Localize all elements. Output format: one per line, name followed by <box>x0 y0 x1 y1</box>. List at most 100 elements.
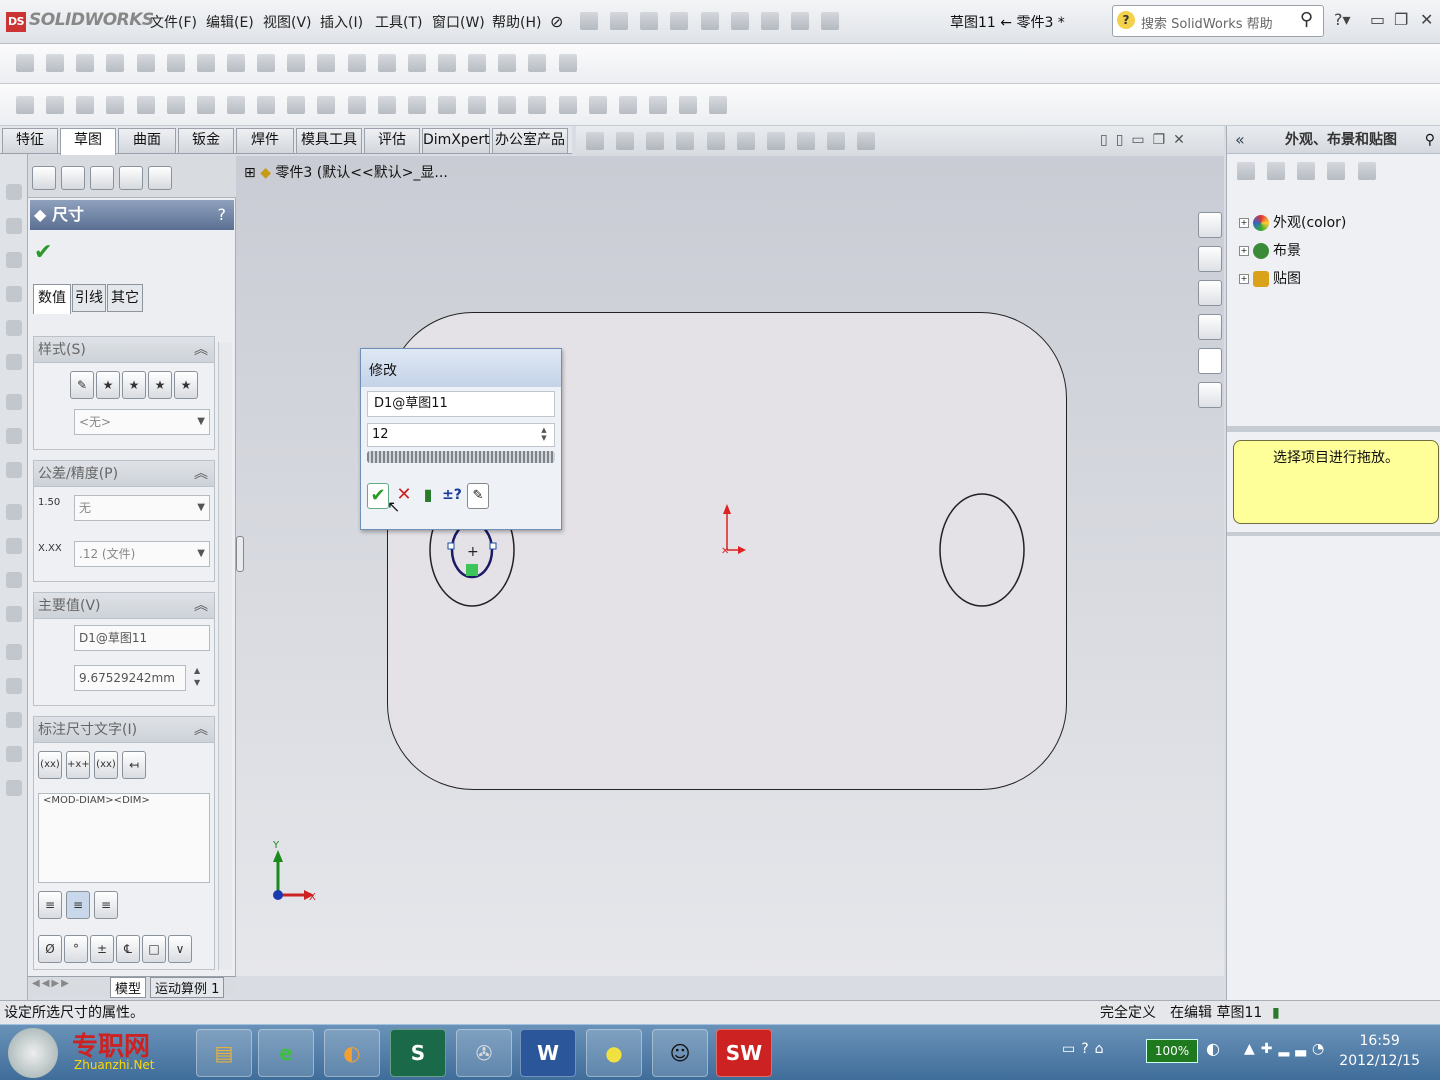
tab-sheet-metal[interactable]: 钣金 <box>178 128 234 153</box>
load-style-icon[interactable]: ★ <box>174 371 198 399</box>
curvature-icon[interactable] <box>437 54 456 72</box>
dimension-text-area[interactable]: <MOD-DIAM><DIM> <box>38 793 210 883</box>
new-icon[interactable] <box>580 12 598 30</box>
section-view-icon[interactable] <box>676 132 695 150</box>
tab-office-products[interactable]: 办公室产品 <box>492 128 568 153</box>
rib-icon[interactable] <box>6 462 22 478</box>
macro-icon[interactable] <box>407 54 426 72</box>
previous-view-icon[interactable] <box>646 132 665 150</box>
centerline-symbol-button[interactable]: ℄ <box>116 935 140 963</box>
shell-icon[interactable] <box>6 504 22 520</box>
curves-icon[interactable] <box>6 678 22 694</box>
slot-icon[interactable] <box>136 96 155 114</box>
thickness-analysis-icon[interactable] <box>287 54 306 72</box>
browser-icon[interactable]: e <box>258 1029 314 1077</box>
search-icon[interactable]: ⚲ <box>1300 9 1313 30</box>
display-manager-icon[interactable] <box>148 166 172 190</box>
battery-indicator[interactable]: 100% <box>1146 1039 1198 1063</box>
dimxpert-manager-icon[interactable] <box>119 166 143 190</box>
splitter-handle[interactable] <box>236 536 244 572</box>
appearances-icon[interactable] <box>1198 348 1222 374</box>
spell-check-icon[interactable] <box>16 54 34 72</box>
draft-icon[interactable] <box>6 538 22 554</box>
tab-weldments[interactable]: 焊件 <box>236 128 294 153</box>
primary-value-group-header[interactable]: 主要值(V) ︽ <box>34 593 214 619</box>
tab-sketch[interactable]: 草图 <box>60 128 116 155</box>
collapse-pane-icon[interactable]: « <box>1235 126 1245 154</box>
collapse-icon[interactable]: ︽ <box>194 717 208 743</box>
offset-text-icon[interactable]: ↤ <box>122 751 146 779</box>
explorer-icon[interactable]: ▤ <box>196 1029 252 1077</box>
tool-icon[interactable]: ✇ <box>456 1029 512 1077</box>
select-icon[interactable] <box>730 12 749 30</box>
precision-select[interactable]: .12 (文件) ▼ <box>74 541 210 567</box>
tab-evaluate[interactable]: 评估 <box>364 128 420 153</box>
rapid-sketch-icon[interactable] <box>679 96 698 114</box>
menu-edit[interactable]: 编辑(E) <box>206 12 254 32</box>
feature-statistics-icon[interactable] <box>498 54 517 72</box>
plus-minus-symbol-button[interactable]: ± <box>90 935 114 963</box>
tab-scroll-arrows[interactable]: ◀◀▶▶ <box>32 978 71 989</box>
subtab-other[interactable]: 其它 <box>107 284 143 312</box>
point-icon[interactable] <box>407 96 426 114</box>
restore-icon[interactable]: ❐ <box>1394 10 1408 29</box>
value-spinner[interactable]: ▲ ▼ <box>194 665 200 689</box>
pattern-feature-icon[interactable] <box>6 428 22 444</box>
ok-checkmark-icon[interactable]: ✔ <box>34 240 52 265</box>
system-tray-icons[interactable]: ▲✚▂▃◔ <box>1244 1041 1330 1057</box>
relations-icon[interactable] <box>618 96 637 114</box>
menu-file[interactable]: 文件(F) <box>150 12 197 32</box>
section-properties-icon[interactable] <box>106 54 125 72</box>
reset-spin-increment-icon[interactable]: ±? <box>441 483 463 509</box>
dimension-value-field[interactable]: 9.67529242mm <box>74 665 186 691</box>
app-icon[interactable]: S <box>390 1029 446 1077</box>
tray-icons[interactable]: ▭?⌂ <box>1062 1041 1110 1057</box>
minimize-icon[interactable]: ▭ <box>1370 10 1385 29</box>
refresh-icon[interactable] <box>1327 162 1346 180</box>
search-input[interactable]: 搜索 SolidWorks 帮助 <box>1141 13 1273 32</box>
apply-default-style-icon[interactable]: ✎ <box>70 371 94 399</box>
mass-properties-icon[interactable] <box>76 54 95 72</box>
open-icon[interactable] <box>610 12 629 30</box>
media-icon[interactable]: ● <box>586 1029 642 1077</box>
grip-handle[interactable] <box>489 542 497 550</box>
align-right-icon[interactable]: ≡ <box>94 891 118 919</box>
pin-icon[interactable]: ⚲ <box>1425 126 1435 154</box>
pin-icon[interactable]: ⊘ <box>550 12 563 31</box>
collapse-icon[interactable]: ︽ <box>194 337 208 363</box>
network-icon[interactable]: ◐ <box>1206 1039 1220 1058</box>
property-manager-icon[interactable] <box>61 166 85 190</box>
design-library-icon[interactable] <box>1198 246 1222 272</box>
solidworks-logo[interactable]: DS SOLIDWORKS <box>6 10 154 32</box>
file-properties-icon[interactable] <box>790 12 809 30</box>
style-group-header[interactable]: 样式(S) ︽ <box>34 337 214 363</box>
display-style-icon[interactable] <box>736 132 755 150</box>
grip-handle[interactable] <box>447 542 455 550</box>
pane-splitter[interactable] <box>1227 532 1440 536</box>
reference-geometry-icon[interactable] <box>6 644 22 660</box>
polygon-icon[interactable] <box>226 96 245 114</box>
tolerance-group-header[interactable]: 公差/精度(P) ︽ <box>34 461 214 487</box>
close-icon[interactable]: ✕ <box>1420 10 1433 29</box>
solidworks-taskbar-icon[interactable]: SW <box>716 1029 772 1077</box>
revolve-icon[interactable] <box>6 218 22 234</box>
ok-icon[interactable]: ✔ <box>367 483 389 509</box>
dome-icon[interactable] <box>6 606 22 622</box>
pane-splitter[interactable] <box>1227 426 1440 432</box>
rebuild-icon[interactable] <box>760 12 779 30</box>
deviation-analysis-icon[interactable] <box>226 54 245 72</box>
help-search-box[interactable]: ? 搜索 SolidWorks 帮助 ⚲ <box>1112 5 1324 37</box>
edit-appearance-icon[interactable] <box>796 132 815 150</box>
draft-analysis-icon[interactable] <box>317 54 336 72</box>
mirror-icon[interactable] <box>528 96 547 114</box>
circle-icon[interactable] <box>166 96 185 114</box>
offset-icon[interactable] <box>498 96 517 114</box>
subtab-leaders[interactable]: 引线 <box>72 284 106 312</box>
collapse-icon[interactable]: ︽ <box>194 593 208 619</box>
back-icon[interactable] <box>1237 162 1255 180</box>
collapse-icon[interactable]: ︽ <box>194 461 208 487</box>
menu-help[interactable]: 帮助(H) <box>492 12 541 32</box>
diameter-symbol-button[interactable]: Ø <box>38 935 62 963</box>
plane-icon[interactable] <box>347 96 366 114</box>
fillet-feature-icon[interactable] <box>6 394 22 410</box>
